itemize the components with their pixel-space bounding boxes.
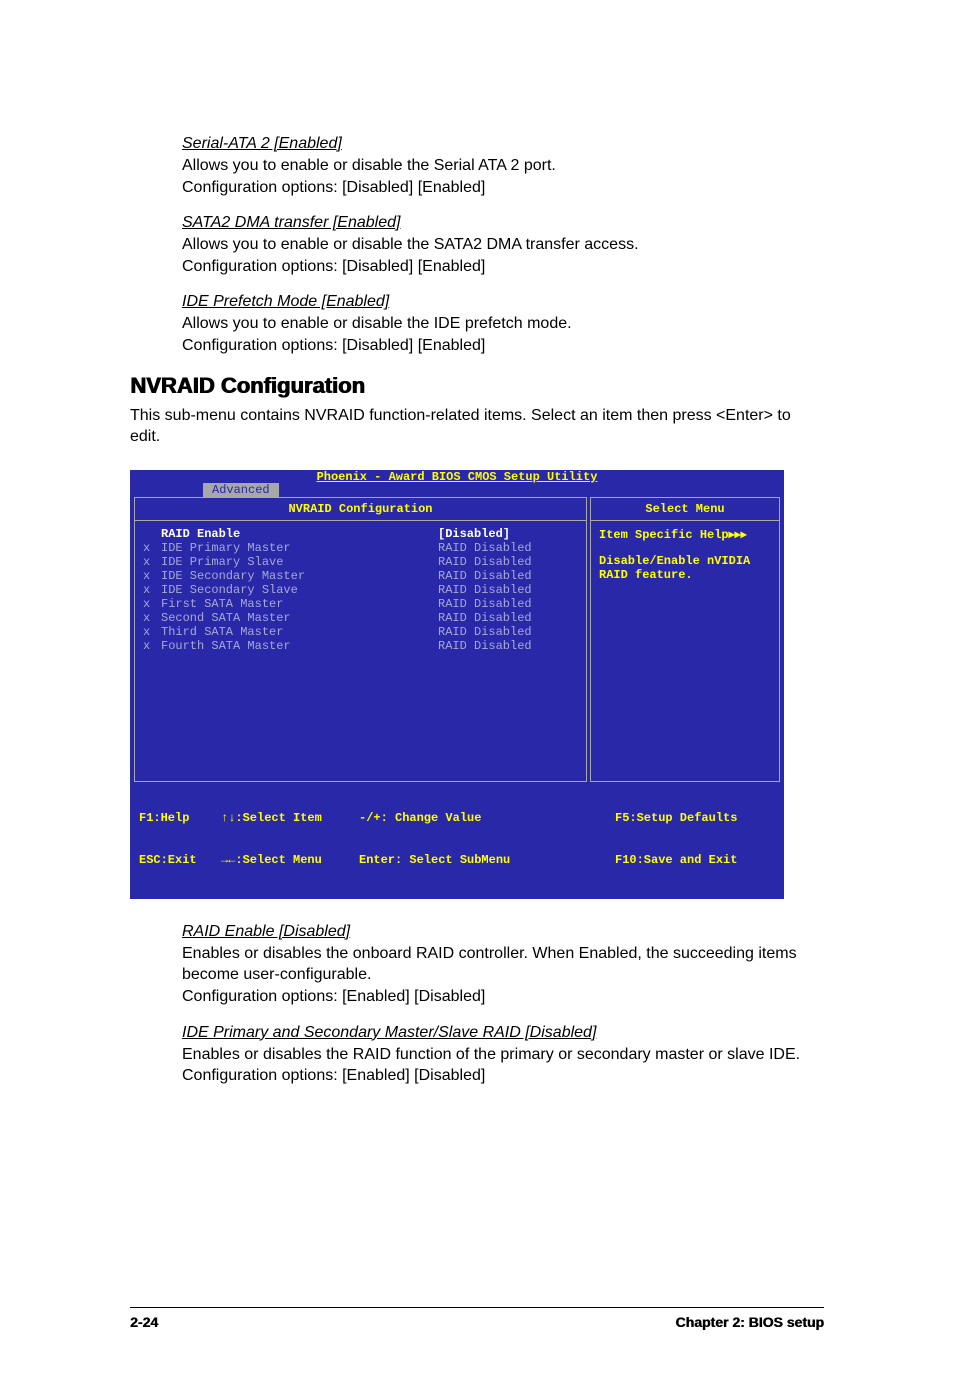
bios-right-header: Select Menu — [591, 498, 779, 521]
sata2-dma-desc1: Allows you to enable or disable the SATA… — [182, 234, 824, 256]
bios-row-label: IDE Secondary Master — [161, 569, 438, 583]
ide-prefetch-option: IDE Prefetch Mode [Enabled] Allows you t… — [130, 293, 824, 356]
bios-rows-container: RAID Enable[Disabled]xIDE Primary Master… — [135, 521, 586, 781]
page-number: 2-24 — [130, 1314, 158, 1330]
bios-left-panel: NVRAID Configuration RAID Enable[Disable… — [134, 497, 587, 782]
bios-help-title: Item Specific Help▸▸▸ — [599, 527, 771, 542]
bios-row-2[interactable]: xIDE Primary SlaveRAID Disabled — [143, 555, 578, 569]
ide-ps-title: IDE Primary and Secondary Master/Slave R… — [182, 1024, 824, 1042]
bios-title: Phoenix - Award BIOS CMOS Setup Utility — [131, 471, 783, 483]
ide-prefetch-desc1: Allows you to enable or disable the IDE … — [182, 313, 824, 335]
bios-footer-change-value: -/+: Change Value — [359, 811, 615, 825]
bios-row-6[interactable]: xSecond SATA MasterRAID Disabled — [143, 611, 578, 625]
bios-footer-setup-defaults: F5:Setup Defaults — [615, 811, 775, 825]
bios-row-x — [143, 527, 161, 541]
page-footer: 2-24 Chapter 2: BIOS setup — [130, 1307, 824, 1330]
bios-row-value: RAID Disabled — [438, 583, 578, 597]
bios-row-label: Second SATA Master — [161, 611, 438, 625]
bios-help-box: Item Specific Help▸▸▸ Disable/Enable nVI… — [591, 521, 779, 781]
bios-row-value: RAID Disabled — [438, 569, 578, 583]
bios-row-value: [Disabled] — [438, 527, 578, 541]
bios-help-line2: RAID feature. — [599, 568, 771, 582]
bios-row-0[interactable]: RAID Enable[Disabled] — [143, 527, 578, 541]
serial-ata2-desc2: Configuration options: [Disabled] [Enabl… — [182, 177, 824, 199]
ide-prefetch-desc2: Configuration options: [Disabled] [Enabl… — [182, 335, 824, 357]
bios-row-x: x — [143, 541, 161, 555]
bios-row-value: RAID Disabled — [438, 639, 578, 653]
bios-tab-advanced[interactable]: Advanced — [203, 483, 279, 497]
bios-footer-esc: ESC:Exit — [139, 853, 221, 867]
ide-prefetch-title: IDE Prefetch Mode [Enabled] — [182, 293, 824, 311]
bios-row-value: RAID Disabled — [438, 611, 578, 625]
bios-row-x: x — [143, 569, 161, 583]
bios-row-value: RAID Disabled — [438, 625, 578, 639]
raid-enable-desc1: Enables or disables the onboard RAID con… — [182, 943, 824, 986]
bios-row-5[interactable]: xFirst SATA MasterRAID Disabled — [143, 597, 578, 611]
bios-footer-select-item: ↑↓:Select Item — [221, 811, 359, 825]
sata2-dma-option: SATA2 DMA transfer [Enabled] Allows you … — [130, 214, 824, 277]
bios-row-label: Third SATA Master — [161, 625, 438, 639]
bios-row-label: IDE Primary Master — [161, 541, 438, 555]
bios-screenshot: Phoenix - Award BIOS CMOS Setup Utility … — [130, 470, 784, 899]
bios-row-1[interactable]: xIDE Primary MasterRAID Disabled — [143, 541, 578, 555]
bios-help-line1: Disable/Enable nVIDIA — [599, 554, 771, 568]
serial-ata2-option: Serial-ATA 2 [Enabled] Allows you to ena… — [130, 135, 824, 198]
chapter-label: Chapter 2: BIOS setup — [675, 1314, 824, 1330]
raid-enable-desc2: Configuration options: [Enabled] [Disabl… — [182, 986, 824, 1008]
raid-enable-title: RAID Enable [Disabled] — [182, 923, 824, 941]
bios-row-x: x — [143, 625, 161, 639]
serial-ata2-desc1: Allows you to enable or disable the Seri… — [182, 155, 824, 177]
bios-row-x: x — [143, 639, 161, 653]
bios-row-label: RAID Enable — [161, 527, 438, 541]
bios-row-label: IDE Primary Slave — [161, 555, 438, 569]
bios-row-value: RAID Disabled — [438, 541, 578, 555]
raid-enable-option: RAID Enable [Disabled] Enables or disabl… — [130, 923, 824, 1008]
serial-ata2-title: Serial-ATA 2 [Enabled] — [182, 135, 824, 153]
bios-row-7[interactable]: xThird SATA MasterRAID Disabled — [143, 625, 578, 639]
bios-row-label: Fourth SATA Master — [161, 639, 438, 653]
bios-footer-select-submenu: Enter: Select SubMenu — [359, 853, 615, 867]
sata2-dma-title: SATA2 DMA transfer [Enabled] — [182, 214, 824, 232]
bios-footer: F1:Help ESC:Exit ↑↓:Select Item →←:Selec… — [131, 782, 783, 898]
bios-row-label: IDE Secondary Slave — [161, 583, 438, 597]
bios-left-header: NVRAID Configuration — [135, 498, 586, 521]
bios-row-4[interactable]: xIDE Secondary SlaveRAID Disabled — [143, 583, 578, 597]
bios-tab-row: Advanced — [131, 483, 783, 497]
bios-footer-select-menu: →←:Select Menu — [221, 853, 359, 867]
bios-row-x: x — [143, 611, 161, 625]
bios-footer-save-exit: F10:Save and Exit — [615, 853, 775, 867]
nvraid-heading: NVRAID Configuration — [130, 373, 824, 399]
bios-row-x: x — [143, 583, 161, 597]
sata2-dma-desc2: Configuration options: [Disabled] [Enabl… — [182, 256, 824, 278]
bios-row-3[interactable]: xIDE Secondary MasterRAID Disabled — [143, 569, 578, 583]
nvraid-desc: This sub-menu contains NVRAID function-r… — [130, 405, 824, 448]
bios-row-x: x — [143, 555, 161, 569]
bios-row-x: x — [143, 597, 161, 611]
bios-row-label: First SATA Master — [161, 597, 438, 611]
bios-right-panel: Select Menu Item Specific Help▸▸▸ Disabl… — [590, 497, 780, 782]
bios-footer-f1: F1:Help — [139, 811, 221, 825]
bios-row-value: RAID Disabled — [438, 555, 578, 569]
ide-primary-secondary-option: IDE Primary and Secondary Master/Slave R… — [130, 1024, 824, 1087]
bios-row-8[interactable]: xFourth SATA MasterRAID Disabled — [143, 639, 578, 653]
bios-row-value: RAID Disabled — [438, 597, 578, 611]
ide-ps-desc1: Enables or disables the RAID function of… — [182, 1044, 824, 1087]
